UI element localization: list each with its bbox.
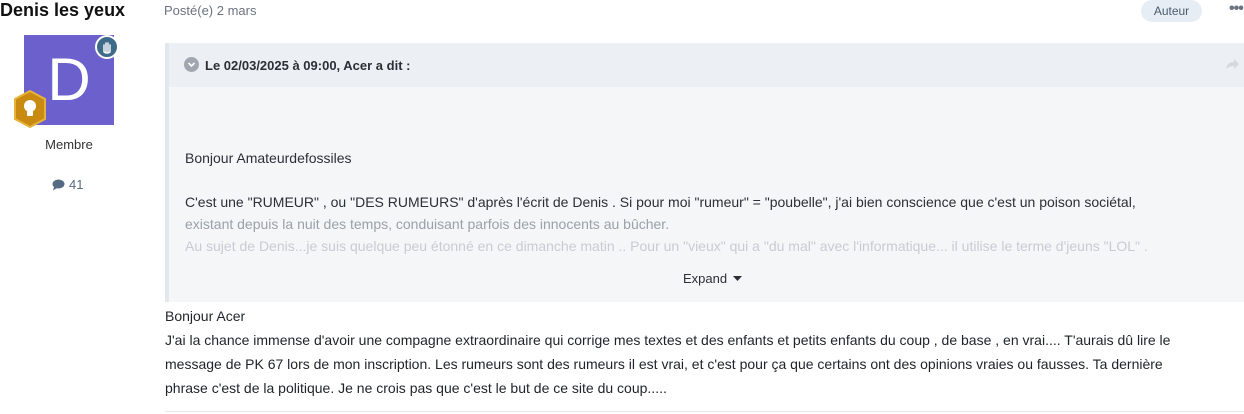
- author-badge: Auteur: [1141, 0, 1202, 22]
- quote-line: Au sujet de Denis...je suis quelque peu …: [185, 238, 1148, 254]
- post-count-value: 41: [69, 177, 84, 192]
- more-options-icon[interactable]: •••: [1229, 0, 1244, 18]
- comment-icon: [52, 179, 65, 190]
- post-line: message de PK 67 lors de mon inscription…: [165, 356, 1163, 372]
- post-count[interactable]: 41: [52, 177, 83, 192]
- quote-header: Le 02/03/2025 à 09:00, Acer a dit :: [169, 43, 1244, 87]
- caret-down-icon: [733, 275, 743, 281]
- quote-line: C'est une "RUMEUR" , ou "DES RUMEURS" d'…: [185, 194, 1136, 210]
- quote-line: Bonjour Amateurdefossiles: [185, 150, 352, 166]
- quote-line: existant depuis la nuit des temps, condu…: [185, 216, 670, 232]
- post-body: Bonjour Acer J'ai la chance immense d'av…: [165, 304, 1244, 400]
- chevron-down-icon[interactable]: [184, 57, 199, 72]
- posted-time[interactable]: Posté(e) 2 mars: [164, 3, 256, 18]
- lightbulb-badge-icon: [10, 89, 50, 129]
- post-line: phrase c'est de la politique. Je ne croi…: [165, 380, 667, 396]
- quote-block: Le 02/03/2025 à 09:00, Acer a dit : Bonj…: [165, 43, 1244, 302]
- quote-content: Bonjour Amateurdefossiles C'est une "RUM…: [185, 147, 1244, 257]
- expand-button[interactable]: Expand: [683, 271, 743, 286]
- post-line: Bonjour Acer: [165, 308, 246, 324]
- quote-citation: Le 02/03/2025 à 09:00, Acer a dit :: [205, 58, 411, 73]
- share-icon[interactable]: [1224, 56, 1240, 72]
- post-line: J'ai la chance immense d'avoir une compa…: [165, 332, 1171, 348]
- hand-badge-icon: [95, 35, 119, 59]
- author-name[interactable]: Denis les yeux: [0, 0, 125, 21]
- expand-label: Expand: [683, 271, 728, 286]
- post-divider: [165, 411, 1244, 412]
- member-role: Membre: [45, 137, 93, 152]
